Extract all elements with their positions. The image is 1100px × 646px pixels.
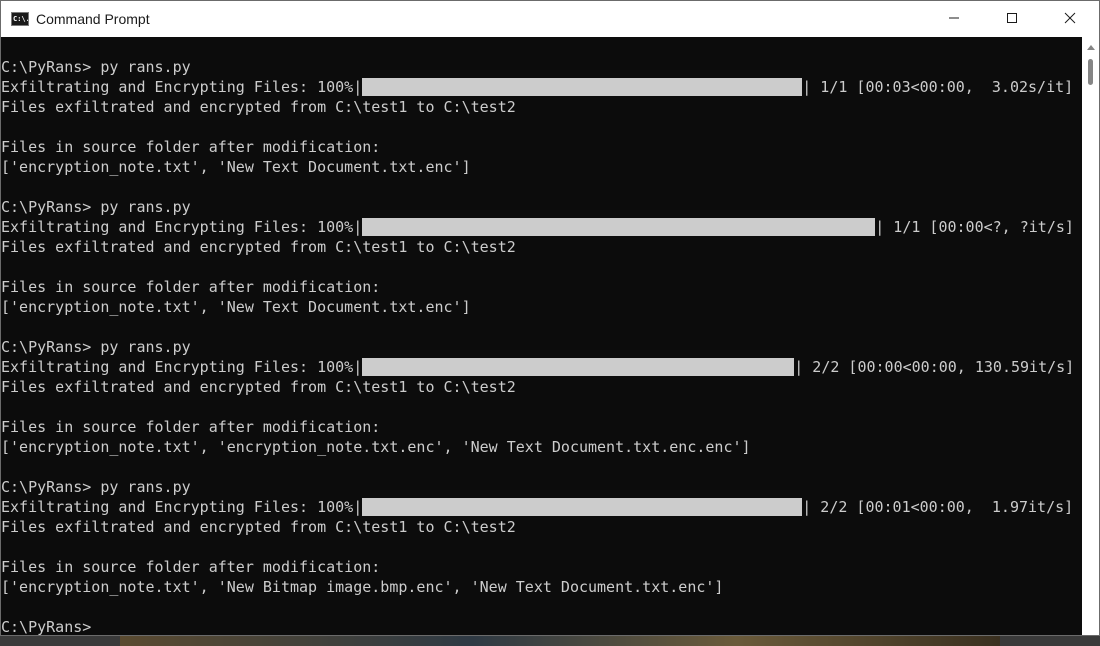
output-line: ['encryption_note.txt', 'New Text Docume… <box>1 298 471 316</box>
command-prompt-window: C:\. Command Prompt C:\PyRans> py rans.p… <box>0 0 1100 636</box>
output-line: Files exfiltrated and encrypted from C:\… <box>1 378 516 396</box>
output-line: Files in source folder after modificatio… <box>1 138 381 156</box>
output-line: Files in source folder after modificatio… <box>1 558 381 576</box>
output-line: Files in source folder after modificatio… <box>1 278 381 296</box>
scroll-up-arrow-icon[interactable] <box>1087 45 1095 50</box>
title-bar[interactable]: C:\. Command Prompt <box>1 1 1099 37</box>
progress-line: Exfiltrating and Encrypting Files: 100%|… <box>1 357 1083 377</box>
close-button[interactable] <box>1041 1 1099 35</box>
close-icon <box>1064 12 1076 24</box>
progress-prefix: Exfiltrating and Encrypting Files: 100%| <box>1 498 363 516</box>
command-line: C:\PyRans> py rans.py <box>1 478 191 496</box>
maximize-button[interactable] <box>983 1 1041 35</box>
command-line: C:\PyRans> py rans.py <box>1 58 191 76</box>
minimize-icon <box>949 17 959 19</box>
progress-suffix: | 1/1 [00:03<00:00, 3.02s/it] <box>802 78 1074 96</box>
command-line: C:\PyRans> <box>1 618 92 636</box>
progress-bar <box>362 357 795 377</box>
progress-bar-fill <box>362 78 803 96</box>
progress-prefix: Exfiltrating and Encrypting Files: 100%| <box>1 218 363 236</box>
output-line: Files exfiltrated and encrypted from C:\… <box>1 98 516 116</box>
progress-suffix: | 1/1 [00:00<?, ?it/s] <box>875 218 1074 236</box>
progress-line: Exfiltrating and Encrypting Files: 100%|… <box>1 497 1083 517</box>
output-line: Files in source folder after modificatio… <box>1 418 381 436</box>
progress-bar <box>362 217 876 237</box>
command-line: C:\PyRans> py rans.py <box>1 198 191 216</box>
progress-bar-fill <box>362 358 795 376</box>
window-controls <box>925 1 1099 35</box>
output-line: ['encryption_note.txt', 'New Text Docume… <box>1 158 471 176</box>
progress-bar-fill <box>362 218 876 236</box>
window-title: Command Prompt <box>36 11 150 27</box>
progress-suffix: | 2/2 [00:00<00:00, 130.59it/s] <box>794 358 1075 376</box>
progress-bar-fill <box>362 498 803 516</box>
output-line: ['encryption_note.txt', 'encryption_note… <box>1 438 751 456</box>
progress-prefix: Exfiltrating and Encrypting Files: 100%| <box>1 78 363 96</box>
progress-line: Exfiltrating and Encrypting Files: 100%|… <box>1 77 1083 97</box>
progress-bar <box>362 497 803 517</box>
terminal-output[interactable]: C:\PyRans> py rans.py Exfiltrating and En… <box>1 37 1083 636</box>
output-line: ['encryption_note.txt', 'New Bitmap imag… <box>1 578 724 596</box>
maximize-icon <box>1007 13 1017 23</box>
progress-line: Exfiltrating and Encrypting Files: 100%|… <box>1 217 1083 237</box>
output-line: Files exfiltrated and encrypted from C:\… <box>1 238 516 256</box>
progress-bar <box>362 77 803 97</box>
output-line: Files exfiltrated and encrypted from C:\… <box>1 518 516 536</box>
command-line: C:\PyRans> py rans.py <box>1 338 191 356</box>
desktop-background <box>120 636 1000 646</box>
cmd-icon-text: C:\. <box>13 15 29 23</box>
progress-prefix: Exfiltrating and Encrypting Files: 100%| <box>1 358 363 376</box>
vertical-scrollbar[interactable] <box>1082 37 1099 635</box>
scroll-thumb[interactable] <box>1088 59 1093 85</box>
progress-suffix: | 2/2 [00:01<00:00, 1.97it/s] <box>802 498 1074 516</box>
cmd-icon: C:\. <box>11 12 29 26</box>
minimize-button[interactable] <box>925 1 983 35</box>
